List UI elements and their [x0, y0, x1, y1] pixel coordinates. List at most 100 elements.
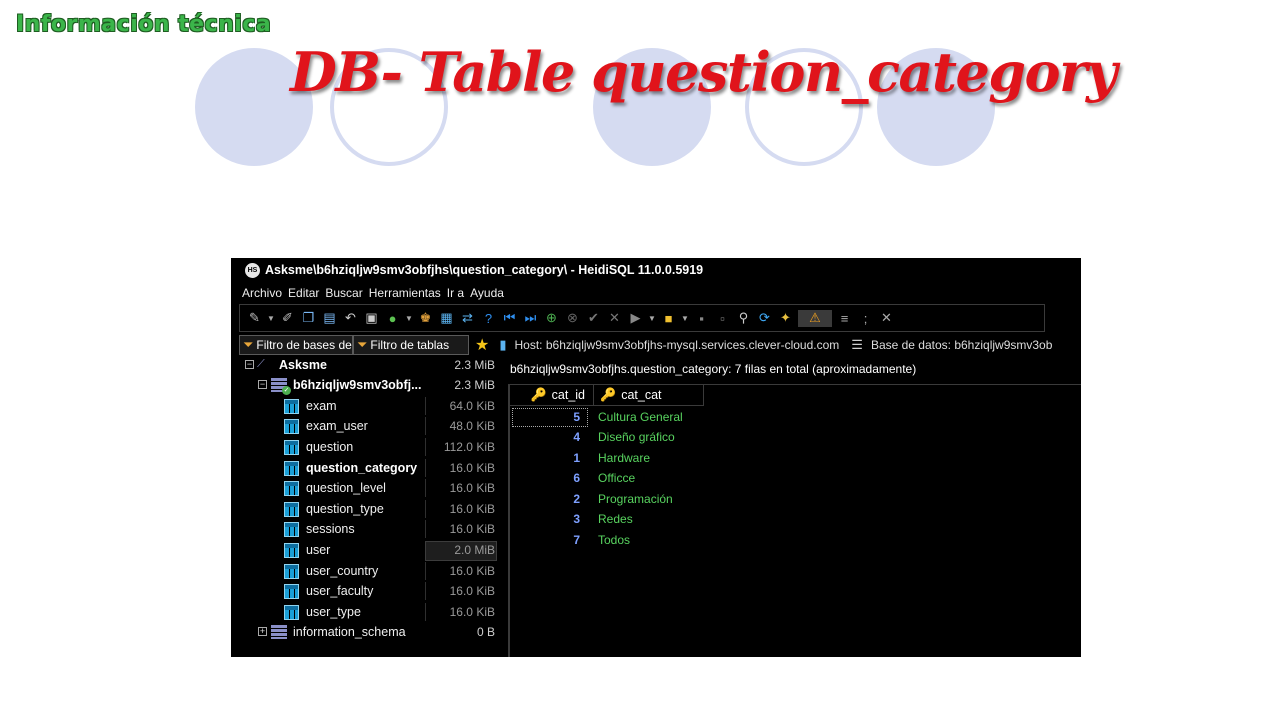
table-row[interactable]: 2 Programación	[510, 489, 810, 509]
table-icon	[284, 605, 299, 620]
database-icon	[271, 625, 287, 639]
print-icon[interactable]: ▣	[363, 310, 380, 327]
favorites-star-icon[interactable]: ★	[475, 335, 489, 355]
execute-icon[interactable]: ▶	[627, 310, 644, 327]
collapse-icon[interactable]: −	[245, 360, 254, 369]
tree-table-row[interactable]: question_level 16.0 KiB	[231, 478, 501, 498]
data-grid[interactable]: 🔑 cat_id 🔑 cat_cat 5 Cultura General 4 D…	[508, 384, 1081, 657]
tree-table-row[interactable]: user_country 16.0 KiB	[231, 561, 501, 581]
host-icon: ▮	[499, 337, 507, 352]
tree-table-row[interactable]: user_type 16.0 KiB	[231, 602, 501, 622]
heidisql-window: HS Asksme\b6hziqljw9smv3obfjhs\question_…	[231, 258, 1081, 657]
dropdown-arrow-icon[interactable]: ▼	[681, 310, 689, 327]
transfer-icon[interactable]: ⇄	[459, 310, 476, 327]
menu-herramientas[interactable]: Herramientas	[369, 286, 441, 300]
dropdown-arrow-icon[interactable]: ▼	[267, 310, 275, 327]
collapse-icon[interactable]: −	[258, 380, 267, 389]
delete-record-icon[interactable]: ✕	[606, 310, 623, 327]
tree-table-row[interactable]: question_type 16.0 KiB	[231, 499, 501, 519]
find-icon[interactable]: ⚲	[735, 310, 752, 327]
table-row[interactable]: 4 Diseño gráfico	[510, 427, 810, 447]
slide-title: DB- Table question_category	[290, 40, 1117, 104]
expand-icon[interactable]: +	[258, 627, 267, 636]
table-icon	[284, 399, 299, 414]
tree-table-row-selected[interactable]: question_category 16.0 KiB	[231, 458, 501, 478]
replace-icon[interactable]: ⟳	[756, 310, 773, 327]
user-manager-icon[interactable]: ♚	[417, 310, 434, 327]
table-icon	[284, 522, 299, 537]
open-folder-icon[interactable]: ■	[660, 310, 677, 327]
save-icon[interactable]: ▪	[693, 310, 710, 327]
table-row[interactable]: 5 Cultura General	[510, 407, 810, 427]
tree-schema-row[interactable]: + information_schema 0 B	[231, 622, 501, 642]
semicolon-icon[interactable]: ;	[857, 310, 874, 327]
table-icon	[284, 419, 299, 434]
tree-table-row[interactable]: question 112.0 KiB	[231, 437, 501, 457]
tree-database-row[interactable]: − ✓ b6hziqljw9smv3obfj... 2.3 MiB	[231, 375, 501, 395]
save-as-icon[interactable]: ▫	[714, 310, 731, 327]
tree-table-row[interactable]: user_faculty 16.0 KiB	[231, 581, 501, 601]
tree-table-row[interactable]: exam 64.0 KiB	[231, 396, 501, 416]
grid-header: 🔑 cat_id 🔑 cat_cat	[510, 385, 704, 406]
tree-root-row[interactable]: − ⟋ Asksme 2.3 MiB	[231, 355, 501, 375]
column-header-cat-cat[interactable]: 🔑 cat_cat	[594, 385, 704, 405]
main-toolbar: ✎ ▼ ✐ ❐ ▤ ↶ ▣ ● ▼ ♚ ▦ ⇄ ? ⏮ ⏭ ⊕ ⊗ ✔ ✕ ▶ …	[239, 304, 1045, 332]
tree-table-row[interactable]: exam_user 48.0 KiB	[231, 416, 501, 436]
brand-heading: Información técnica	[16, 12, 272, 37]
menu-editar[interactable]: Editar	[288, 286, 319, 300]
menu-archivo[interactable]: Archivo	[242, 286, 282, 300]
clean-icon[interactable]: ✦	[777, 310, 794, 327]
tree-table-row[interactable]: user 2.0 MiB	[231, 540, 501, 561]
table-icon	[284, 584, 299, 599]
table-icon	[284, 481, 299, 496]
heidisql-app-icon: HS	[245, 262, 260, 278]
connect-icon[interactable]: ✎	[246, 310, 263, 327]
table-icon	[284, 564, 299, 579]
database-icon: ☰	[851, 337, 863, 352]
export-icon[interactable]: ▦	[438, 310, 455, 327]
refresh-icon[interactable]: ●	[384, 310, 401, 327]
database-tree: − ⟋ Asksme 2.3 MiB − ✓ b6hziqljw9smv3obf…	[231, 355, 501, 657]
menu-buscar[interactable]: Buscar	[325, 286, 362, 300]
session-icon: ⟋	[257, 358, 265, 370]
paste-icon[interactable]: ▤	[321, 310, 338, 327]
tree-table-row[interactable]: sessions 16.0 KiB	[231, 519, 501, 539]
menu-ir-a[interactable]: Ir a	[447, 286, 464, 300]
help-icon[interactable]: ?	[480, 310, 497, 327]
host-info: ▮ Host: b6hziqljw9smv3obfjhs-mysql.servi…	[499, 337, 1052, 353]
post-record-icon[interactable]: ✔	[585, 310, 602, 327]
window-title: Asksme\b6hziqljw9smv3obfjhs\question_cat…	[265, 263, 704, 277]
table-icon	[284, 543, 299, 558]
table-icon	[284, 502, 299, 517]
unique-key-icon: 🔑	[600, 387, 617, 402]
window-titlebar: HS Asksme\b6hziqljw9smv3obfjhs\question_…	[231, 258, 1081, 282]
table-row[interactable]: 3 Redes	[510, 509, 810, 529]
database-label: Base de datos: b6hziqljw9smv3ob	[870, 338, 1053, 352]
dropdown-arrow-icon[interactable]: ▼	[405, 310, 413, 327]
table-filter-input[interactable]: ⏷ Filtro de tablas	[353, 335, 469, 355]
table-row[interactable]: 6 Officce	[510, 468, 810, 488]
filter-icon: ⏷	[243, 337, 254, 352]
column-header-cat-id[interactable]: 🔑 cat_id	[510, 385, 594, 405]
table-row[interactable]: 7 Todos	[510, 530, 810, 550]
dropdown-arrow-icon[interactable]: ▼	[648, 310, 656, 327]
close-tab-icon[interactable]: ✕	[878, 310, 895, 327]
copy-icon[interactable]: ❐	[300, 310, 317, 327]
table-row[interactable]: 1 Hardware	[510, 448, 810, 468]
add-record-icon[interactable]: ⊕	[543, 310, 560, 327]
first-record-icon[interactable]: ⏮	[501, 310, 518, 327]
wrap-icon[interactable]: ≡	[836, 310, 853, 327]
data-tab: b6hziqljw9smv3obfjhs.question_category: …	[506, 355, 1081, 657]
grid-caption: b6hziqljw9smv3obfjhs.question_category: …	[510, 362, 917, 376]
menu-ayuda[interactable]: Ayuda	[470, 286, 504, 300]
warning-binary-icon[interactable]: ⚠	[798, 309, 832, 327]
host-label: Host: b6hziqljw9smv3obfjhs-mysql.service…	[514, 338, 840, 352]
undo-icon[interactable]: ↶	[342, 310, 359, 327]
filter-icon: ⏷	[357, 337, 368, 352]
cancel-record-icon[interactable]: ⊗	[564, 310, 581, 327]
disconnect-icon[interactable]: ✐	[279, 310, 296, 327]
database-filter-input[interactable]: ⏷ Filtro de bases de	[239, 335, 353, 355]
table-icon	[284, 440, 299, 455]
primary-key-icon: 🔑	[530, 387, 547, 402]
last-record-icon[interactable]: ⏭	[522, 310, 539, 327]
